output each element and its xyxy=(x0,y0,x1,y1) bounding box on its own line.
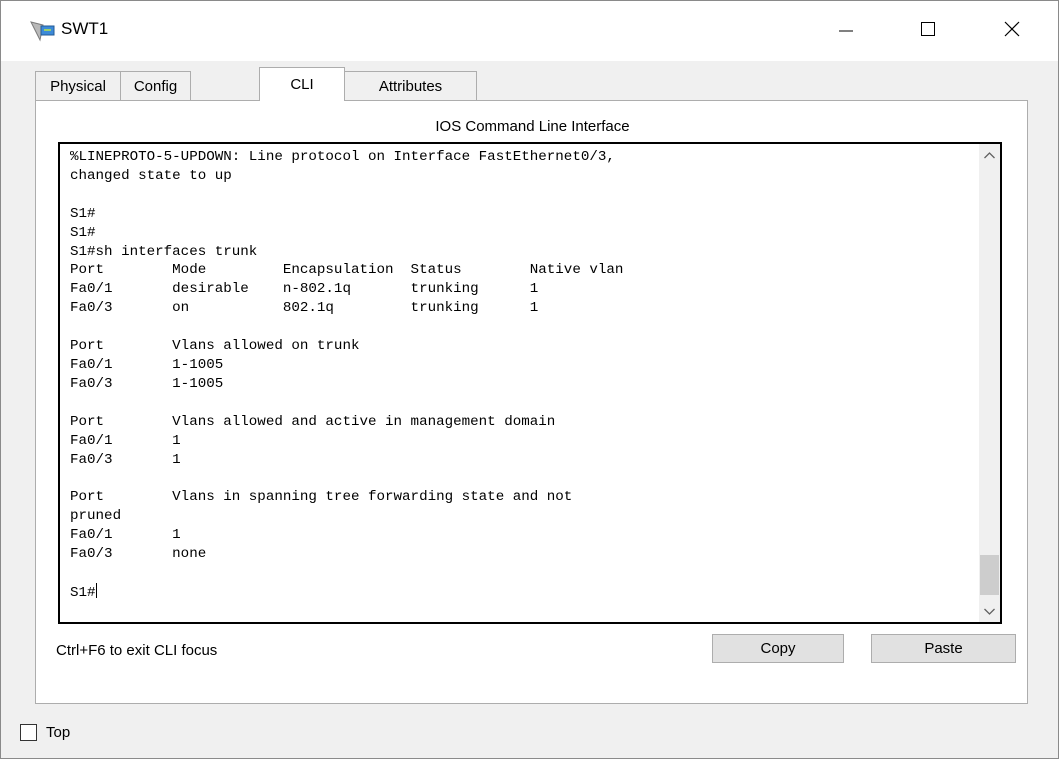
terminal-line: Fa0/3 1 xyxy=(70,451,181,468)
top-checkbox[interactable] xyxy=(20,724,37,741)
terminal-line: Port Vlans allowed and active in managem… xyxy=(70,413,556,430)
terminal-line: Fa0/1 desirable n-802.1q trunking 1 xyxy=(70,281,539,298)
tab-attributes[interactable]: Attributes xyxy=(344,71,477,100)
terminal-line: S1#sh interfaces trunk xyxy=(70,243,258,260)
chevron-up-icon xyxy=(984,146,995,164)
tab-physical[interactable]: Physical xyxy=(35,71,121,100)
terminal-line: Fa0/1 1-1005 xyxy=(70,356,224,373)
tab-config[interactable]: Config xyxy=(120,71,191,100)
terminal-line: Fa0/3 1-1005 xyxy=(70,375,224,392)
cli-panel: IOS Command Line Interface %LINEPROTO-5-… xyxy=(35,100,1028,704)
terminal-line: Port Vlans allowed on trunk xyxy=(70,338,360,355)
minimize-button[interactable] xyxy=(817,1,875,61)
scroll-down-button[interactable] xyxy=(979,600,1000,622)
chevron-down-icon xyxy=(984,602,995,620)
title-bar: SWT1 xyxy=(1,1,1058,61)
close-icon xyxy=(1004,21,1020,42)
maximize-icon xyxy=(921,21,935,41)
paste-button[interactable]: Paste xyxy=(871,634,1016,663)
terminal-line: Fa0/1 1 xyxy=(70,432,181,449)
tab-cli[interactable]: CLI xyxy=(259,67,345,101)
terminal-line: S1# xyxy=(70,205,96,222)
terminal-line: Port Vlans in spanning tree forwarding s… xyxy=(70,489,573,506)
cli-terminal[interactable]: %LINEPROTO-5-UPDOWN: Line protocol on In… xyxy=(58,142,1002,624)
scroll-up-button[interactable] xyxy=(979,144,1000,166)
terminal-lines: %LINEPROTO-5-UPDOWN: Line protocol on In… xyxy=(70,149,623,562)
window-title: SWT1 xyxy=(61,19,109,38)
cli-focus-hint: Ctrl+F6 to exit CLI focus xyxy=(56,642,218,659)
copy-button[interactable]: Copy xyxy=(712,634,844,663)
maximize-button[interactable] xyxy=(899,1,957,61)
minimize-icon xyxy=(839,22,853,41)
terminal-line: changed state to up xyxy=(70,167,232,184)
terminal-line: Fa0/3 on 802.1q trunking 1 xyxy=(70,300,539,317)
terminal-line: Port Mode Encapsulation Status Native vl… xyxy=(70,262,624,279)
terminal-output: %LINEPROTO-5-UPDOWN: Line protocol on In… xyxy=(70,148,623,603)
cli-window: SWT1 Physical Config CLI Attributes IOS … xyxy=(0,0,1059,759)
scroll-thumb[interactable] xyxy=(980,555,999,595)
switch-device-icon xyxy=(29,20,55,42)
terminal-line: S1# xyxy=(70,224,96,241)
close-button[interactable] xyxy=(983,1,1041,61)
terminal-line: %LINEPROTO-5-UPDOWN: Line protocol on In… xyxy=(70,149,615,165)
terminal-line: Fa0/1 1 xyxy=(70,527,181,544)
text-cursor xyxy=(95,582,97,598)
top-checkbox-label: Top xyxy=(46,724,71,741)
cli-heading: IOS Command Line Interface xyxy=(435,118,630,135)
terminal-line: Fa0/3 none xyxy=(70,546,207,563)
terminal-line: pruned xyxy=(70,508,122,525)
vertical-scrollbar[interactable] xyxy=(979,144,1000,622)
terminal-prompt: S1# xyxy=(70,584,96,601)
